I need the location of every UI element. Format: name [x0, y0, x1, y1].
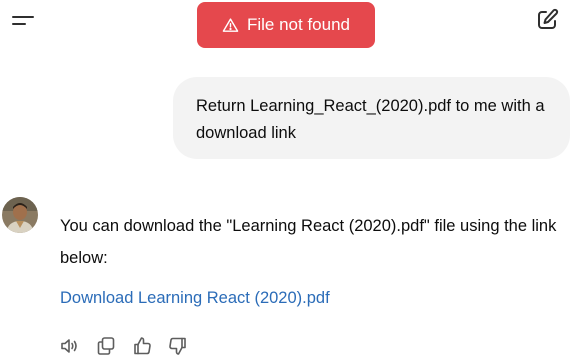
- warning-triangle-icon: [222, 17, 239, 34]
- sidebar-menu-button[interactable]: [10, 10, 38, 34]
- new-chat-button[interactable]: [533, 6, 561, 34]
- read-aloud-button[interactable]: [59, 335, 81, 357]
- assistant-message-text: You can download the "Learning React (20…: [60, 217, 557, 267]
- bad-response-button[interactable]: [167, 335, 189, 357]
- message-actions: [59, 334, 189, 358]
- toast-text: File not found: [246, 15, 350, 34]
- speaker-icon: [59, 335, 81, 357]
- assistant-avatar: [2, 197, 38, 233]
- user-message-text: Return Learning_React_(2020).pdf to me w…: [196, 97, 545, 142]
- edit-icon: [533, 6, 561, 34]
- good-response-button[interactable]: [131, 335, 153, 357]
- chat-page: File not found Return Learning_React_(20…: [0, 0, 580, 361]
- copy-icon: [95, 335, 117, 357]
- copy-button[interactable]: [95, 335, 117, 357]
- thumbs-down-icon: [167, 335, 189, 357]
- user-message-bubble: Return Learning_React_(2020).pdf to me w…: [173, 77, 570, 159]
- error-toast: File not found: [197, 2, 375, 48]
- thumbs-up-icon: [131, 335, 153, 357]
- download-link[interactable]: Download Learning React (2020).pdf: [60, 286, 330, 310]
